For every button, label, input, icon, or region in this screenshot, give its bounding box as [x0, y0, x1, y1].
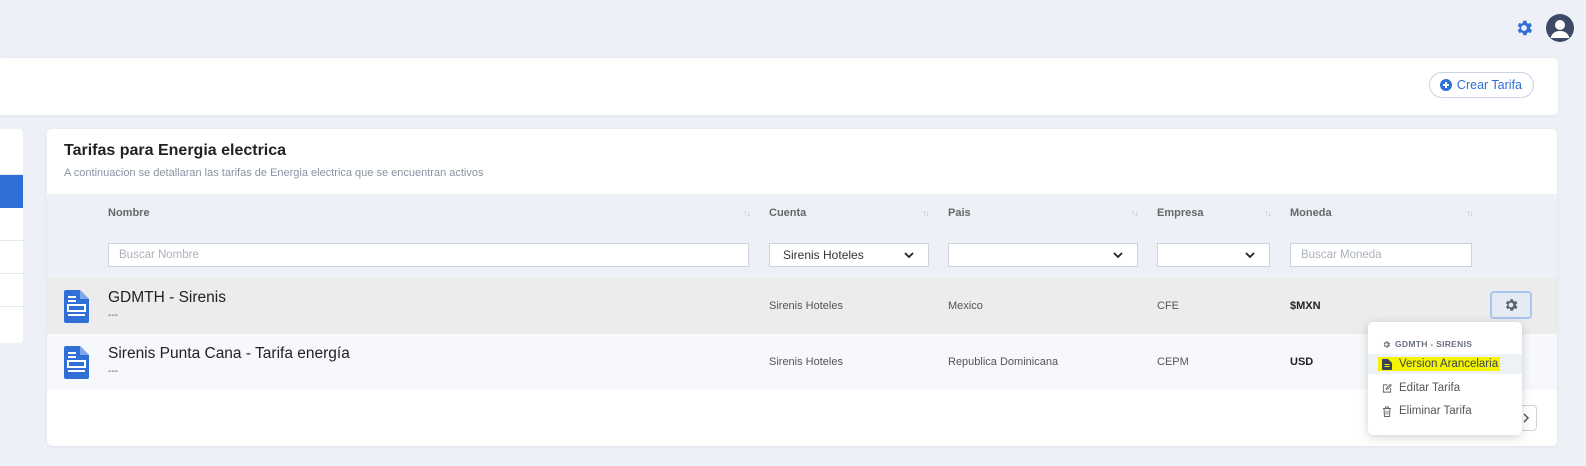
- table-row[interactable]: GDMTH - Sirenis --- Sirenis Hoteles Mexi…: [47, 278, 1557, 334]
- user-avatar-icon[interactable]: [1546, 14, 1574, 42]
- menu-header-label: GDMTH - SIRENIS: [1395, 339, 1473, 349]
- toolbar-card: Crear Tarifa: [0, 58, 1558, 115]
- sort-icon[interactable]: ↑↓: [1466, 208, 1474, 218]
- row-name: Sirenis Punta Cana - Tarifa energía: [108, 345, 350, 362]
- chevron-right-icon: [1523, 413, 1530, 423]
- pais-select[interactable]: [948, 243, 1138, 267]
- row-moneda: USD: [1290, 356, 1314, 368]
- gear-icon: [1383, 340, 1391, 348]
- create-tarifa-button[interactable]: Crear Tarifa: [1428, 72, 1534, 98]
- topbar-actions: [1514, 14, 1574, 42]
- row-name: GDMTH - Sirenis: [108, 289, 226, 306]
- column-header-pais[interactable]: Pais: [948, 207, 971, 219]
- sort-icon[interactable]: ↑↓: [1264, 208, 1272, 218]
- card-subtitle: A continuacion se detallaran las tarifas…: [64, 167, 484, 179]
- column-header-empresa[interactable]: Empresa: [1157, 207, 1203, 219]
- row-cuenta: Sirenis Hoteles: [769, 356, 843, 368]
- sort-icon[interactable]: ↑↓: [922, 208, 930, 218]
- file-icon: [1382, 358, 1392, 370]
- menu-item-version-arancelaria[interactable]: Version Arancelaria: [1368, 354, 1522, 374]
- plus-circle-icon: [1439, 79, 1452, 91]
- chevron-down-icon: [1245, 252, 1255, 259]
- side-menu: [0, 129, 23, 343]
- tarifas-card: Tarifas para Energia electrica A continu…: [47, 129, 1557, 446]
- menu-item-label: Editar Tarifa: [1399, 382, 1461, 394]
- column-header-moneda[interactable]: Moneda: [1290, 207, 1332, 219]
- row-actions-button[interactable]: [1490, 291, 1532, 319]
- trash-icon: [1383, 406, 1391, 417]
- side-menu-item[interactable]: [0, 274, 23, 307]
- create-tarifa-label: Crear Tarifa: [1456, 78, 1522, 92]
- menu-item-label: Version Arancelaria: [1399, 358, 1499, 370]
- table-header: Nombre ↑↓ Cuenta ↑↓ Pais ↑↓ Empresa ↑↓ M…: [47, 194, 1557, 278]
- row-pais: Republica Dominicana: [948, 356, 1059, 368]
- column-header-cuenta[interactable]: Cuenta: [769, 207, 806, 219]
- row-cuenta: Sirenis Hoteles: [769, 300, 843, 312]
- chevron-down-icon: [904, 252, 914, 259]
- menu-item-editar-tarifa[interactable]: Editar Tarifa: [1368, 378, 1522, 398]
- menu-item-label: Eliminar Tarifa: [1399, 405, 1472, 417]
- cuenta-select-value: Sirenis Hoteles: [783, 248, 864, 262]
- chevron-down-icon: [1113, 252, 1123, 259]
- card-title: Tarifas para Energia electrica: [64, 142, 287, 159]
- row-empresa: CEPM: [1157, 356, 1189, 368]
- column-header-nombre[interactable]: Nombre: [108, 207, 150, 219]
- gear-icon: [1505, 299, 1518, 311]
- moneda-search-input[interactable]: Buscar Moneda: [1290, 243, 1472, 267]
- menu-item-eliminar-tarifa[interactable]: Eliminar Tarifa: [1368, 401, 1522, 421]
- empresa-select[interactable]: [1157, 243, 1270, 267]
- document-icon: [64, 290, 89, 323]
- sort-icon[interactable]: ↑↓: [743, 208, 751, 218]
- side-menu-item[interactable]: [0, 208, 23, 241]
- side-menu-item[interactable]: [0, 307, 23, 340]
- side-menu-item[interactable]: [0, 241, 23, 274]
- row-sub: ---: [108, 310, 118, 321]
- highlight-mark: Version Arancelaria: [1378, 357, 1501, 371]
- row-moneda: $MXN: [1290, 300, 1321, 312]
- table-row[interactable]: Sirenis Punta Cana - Tarifa energía --- …: [47, 334, 1557, 390]
- row-empresa: CFE: [1157, 300, 1179, 312]
- side-menu-item-active[interactable]: [0, 175, 23, 208]
- row-pais: Mexico: [948, 300, 983, 312]
- nombre-search-input[interactable]: Buscar Nombre: [108, 243, 749, 267]
- row-sub: ---: [108, 366, 118, 377]
- sort-icon[interactable]: ↑↓: [1131, 208, 1139, 218]
- document-icon: [64, 346, 89, 379]
- side-menu-item[interactable]: [0, 142, 23, 175]
- gear-icon[interactable]: [1514, 18, 1534, 38]
- cuenta-select[interactable]: Sirenis Hoteles: [769, 243, 929, 267]
- row-actions-menu: GDMTH - SIRENIS Version Arancelaria Edit…: [1368, 322, 1522, 435]
- edit-icon: [1382, 383, 1392, 393]
- menu-header: GDMTH - SIRENIS: [1382, 339, 1472, 349]
